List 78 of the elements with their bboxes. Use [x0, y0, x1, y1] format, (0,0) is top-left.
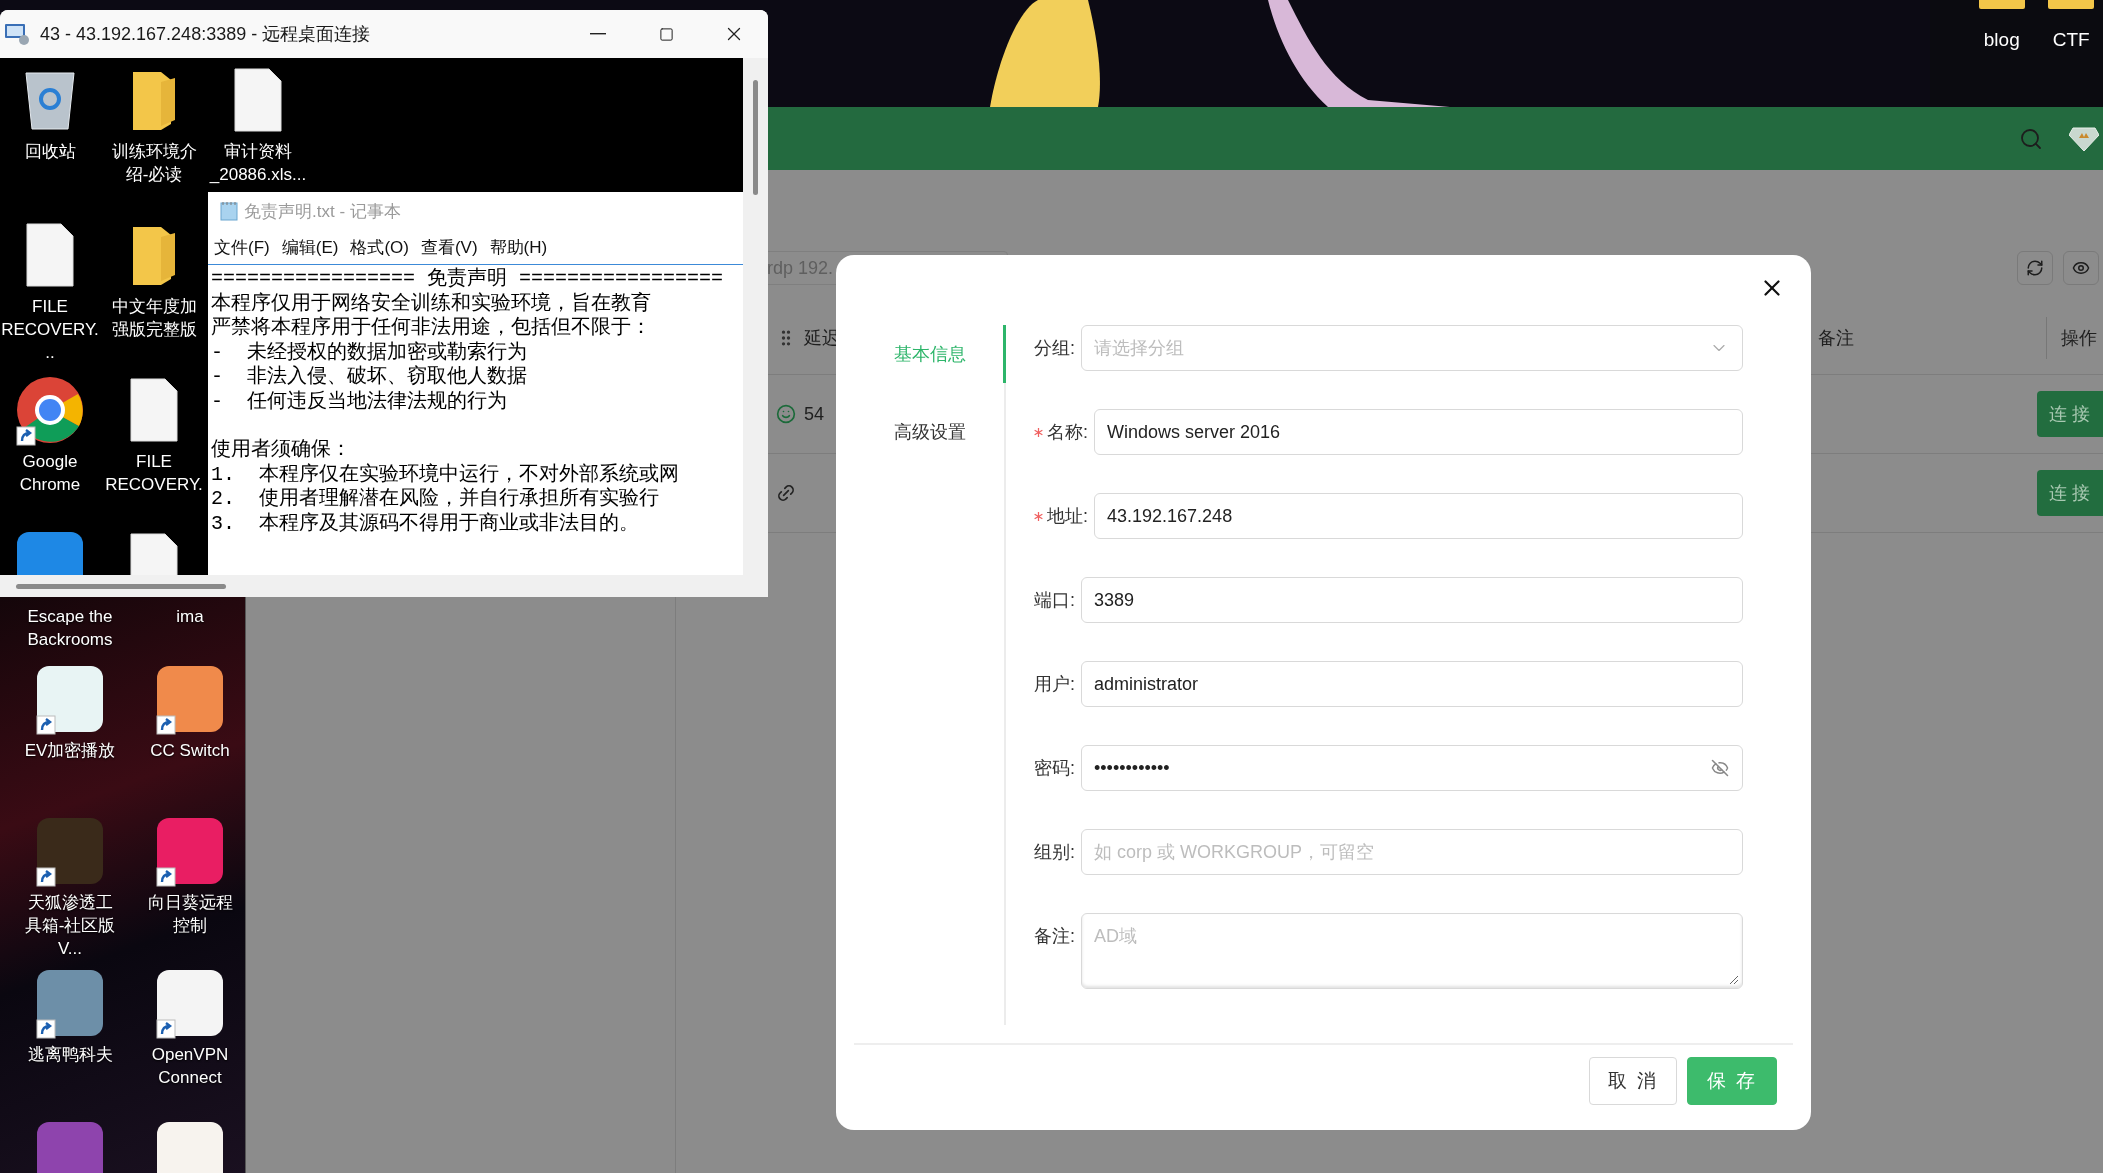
field-label: 名称: [1047, 421, 1088, 444]
scrollbar-thumb[interactable] [16, 583, 226, 589]
text-line: - 未经授权的数据加密或勒索行为 [211, 340, 528, 365]
group-select[interactable]: 请选择分组 [1081, 325, 1743, 371]
desktop-icon-label[interactable]: ima [140, 605, 240, 628]
field-label: 分组: [1034, 337, 1075, 360]
column-header: 备注 [1818, 327, 1854, 350]
notepad-icon [220, 201, 238, 221]
textarea-field[interactable]: AD域 [1081, 913, 1743, 989]
desktop-icon-label[interactable]: CTF [2052, 29, 2090, 51]
input-field[interactable]: administrator [1081, 661, 1743, 707]
menu-item[interactable]: 查看(V) [420, 235, 478, 259]
desktop-icon-label[interactable]: FILE RECOVERY... [0, 295, 100, 364]
desktop-icon-label[interactable]: 中文年度加强版完整版 [104, 295, 204, 341]
search-icon[interactable] [2019, 126, 2043, 151]
menu-item[interactable]: 文件(F) [214, 235, 270, 259]
resize-handle-icon [1729, 975, 1739, 985]
tab[interactable]: 高级设置 [836, 403, 1006, 461]
menu-item[interactable]: 编辑(E) [281, 235, 339, 259]
text-line: 使用者须确保： [211, 438, 352, 463]
text-line: 严禁将本程序用于任何非法用途，包括但不限于： [211, 316, 652, 341]
desktop-icon-label[interactable]: 审计资料_20886.xls... [208, 140, 308, 186]
document-icon [129, 377, 179, 443]
field-label: 端口: [1034, 589, 1075, 612]
text-line: 2. 使用者理解潜在风险，并自行承担所有实验行 [211, 487, 660, 512]
text-line: 3. 本程序及其源码不得用于商业或非法目的。 [211, 511, 640, 536]
menu-item[interactable]: 帮助(H) [489, 235, 548, 259]
scrollbar-thumb[interactable] [753, 80, 758, 195]
desktop-icon-label[interactable]: Google Chrome [0, 450, 100, 496]
text-line: 本程序仅用于网络安全训练和实验环境，旨在教育 [211, 291, 652, 316]
window-title: 43 - 43.192.167.248:3389 - 远程桌面连接 [40, 23, 372, 46]
eye-icon [2072, 259, 2090, 277]
diamond-logo-icon [2069, 125, 2099, 152]
desktop-icon-label[interactable]: 天狐渗透工具箱-社区版V... [20, 891, 120, 960]
desktop-icon-label[interactable]: FILE RECOVERY. [104, 450, 204, 496]
refresh-button[interactable] [2017, 251, 2053, 285]
document-icon [25, 222, 75, 288]
refresh-icon [2026, 259, 2044, 277]
input-field[interactable]: Windows server 2016 [1094, 409, 1743, 455]
notepad-title: 免责声明.txt - 记事本 [244, 200, 401, 223]
smile-status-icon [776, 404, 796, 424]
text-line: - 任何违反当地法律法规的行为 [211, 389, 508, 414]
field-label: 密码: [1034, 757, 1075, 780]
text-line: - 非法入侵、破坏、窃取他人数据 [211, 365, 528, 390]
desktop-icon-label[interactable]: OpenVPN Connect [140, 1043, 240, 1089]
field-label: 地址: [1047, 505, 1088, 528]
desktop-icon-label[interactable]: EV加密播放 [20, 739, 120, 762]
desktop-icon-label[interactable]: 回收站 [0, 140, 100, 163]
cancel-button[interactable]: 取 消 [1589, 1057, 1677, 1105]
input-field[interactable]: 3389 [1081, 577, 1743, 623]
desktop-icon-label[interactable]: 逃离鸭科夫 [20, 1043, 120, 1066]
document-icon [233, 67, 283, 133]
desktop-icon-label[interactable]: 向日葵远程控制 [140, 891, 240, 937]
desktop-icon-label[interactable]: blog [1983, 29, 2020, 51]
text-line: 1. 本程序仅在实验环境中运行，不对外部系统或网 [211, 462, 680, 487]
desktop-icon-label[interactable]: CC Switch [140, 739, 240, 762]
input-field[interactable]: 如 corp 或 WORKGROUP，可留空 [1081, 829, 1743, 875]
latency-text: 54 [804, 403, 825, 425]
connect-button[interactable]: 连 接 [2037, 470, 2103, 516]
hidden-eye-icon[interactable] [1711, 759, 1729, 777]
field-label: 备注: [1034, 925, 1075, 948]
browser-icon [16, 376, 84, 444]
desktop-icon-label[interactable]: Escape the Backrooms [20, 605, 120, 651]
field-label: 组别: [1034, 841, 1075, 864]
desktop-icon-label[interactable]: 训练环境介绍-必读 [104, 140, 204, 186]
maximize-icon [658, 26, 674, 42]
connect-button[interactable]: 连 接 [2037, 391, 2103, 437]
folder-icon [1978, 0, 2025, 9]
folder-icon [2048, 0, 2095, 9]
minimize-icon [590, 33, 606, 35]
eye-button[interactable] [2063, 251, 2099, 285]
remote-desktop-icon [4, 22, 30, 46]
input-field[interactable]: 43.192.167.248 [1094, 493, 1743, 539]
text-line: ================= 免责声明 ================= [211, 267, 725, 292]
password-field[interactable]: •••••••••••• [1081, 745, 1743, 791]
column-header: 操作 [2060, 327, 2097, 350]
menu-item[interactable]: 格式(O) [350, 235, 409, 259]
field-label: 用户: [1034, 673, 1075, 696]
